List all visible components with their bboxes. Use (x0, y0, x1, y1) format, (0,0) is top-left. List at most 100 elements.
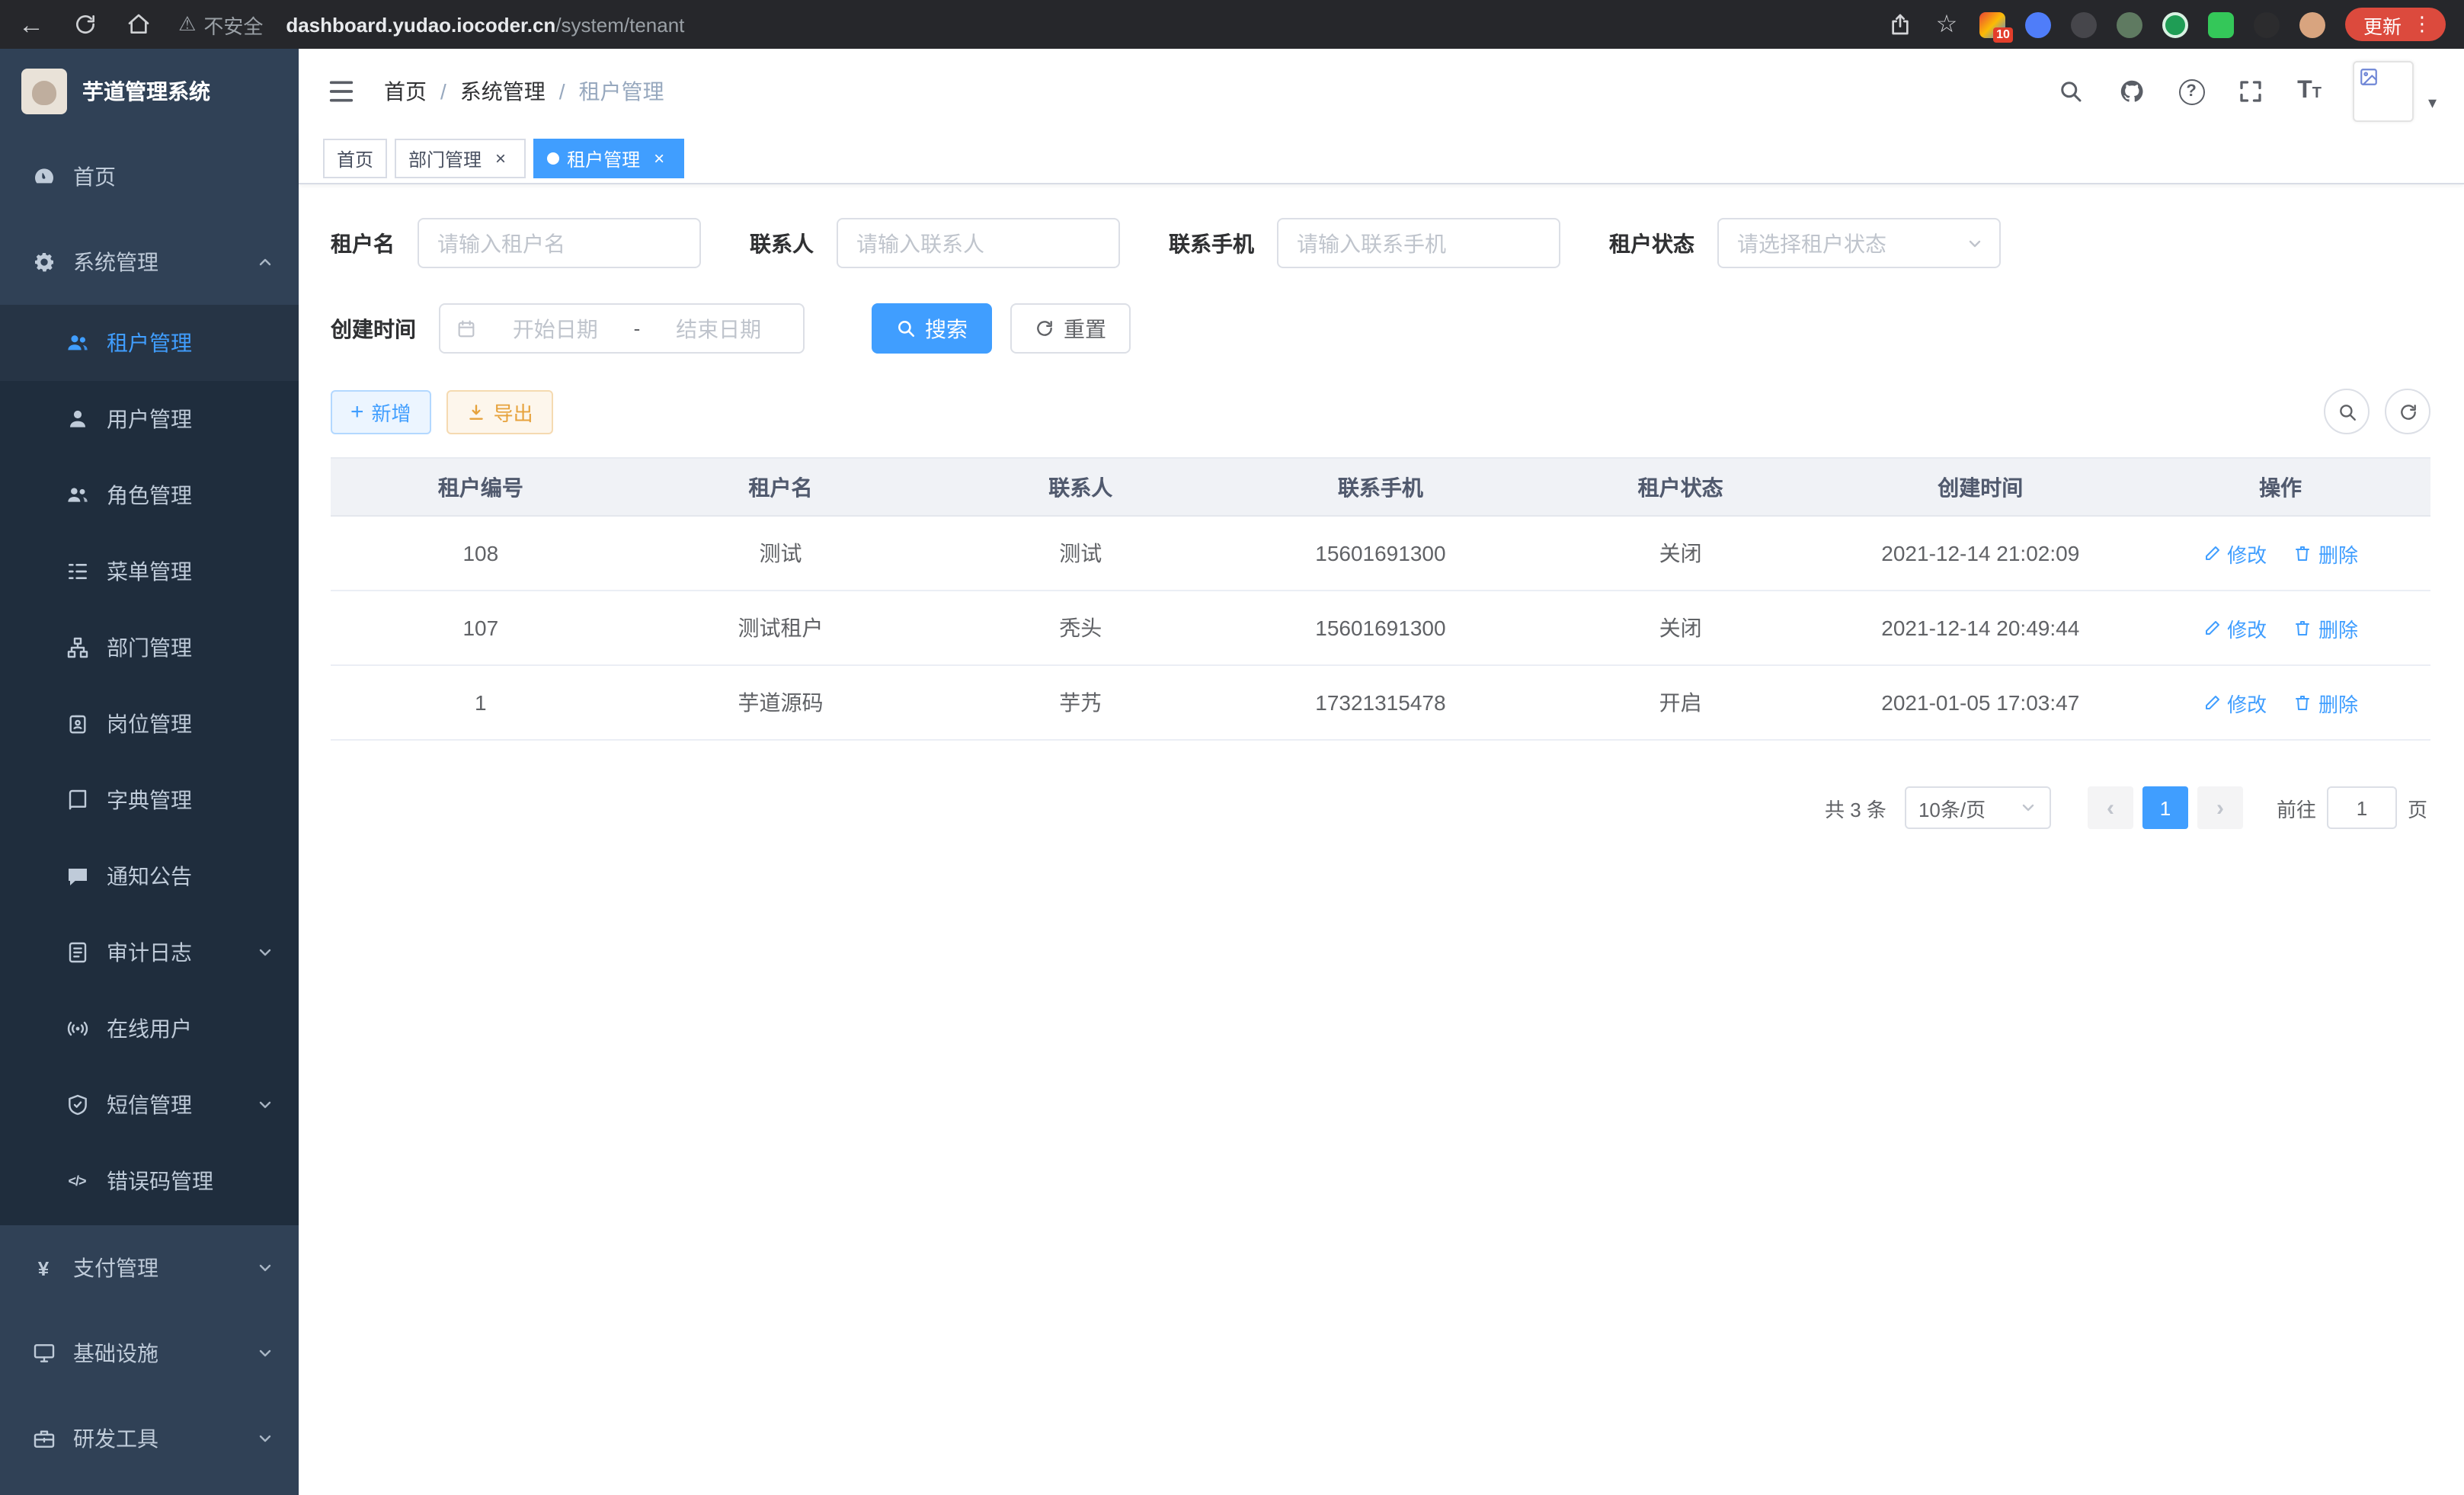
fullscreen-icon[interactable] (2236, 77, 2265, 106)
extension-icon-8[interactable] (2299, 11, 2325, 37)
edit-link[interactable]: 修改 (2203, 613, 2267, 642)
font-size-large: T (2297, 79, 2312, 104)
sidebar-item-post-management[interactable]: 岗位管理 (0, 686, 299, 762)
extension-icon-5[interactable] (2162, 11, 2188, 37)
github-icon[interactable] (2117, 77, 2146, 106)
contact-input[interactable] (837, 218, 1120, 268)
tenant-name-input[interactable] (418, 218, 701, 268)
table-row: 107 测试租户 秃头 15601691300 关闭 2021-12-14 20… (331, 591, 2430, 665)
delete-link[interactable]: 删除 (2294, 688, 2358, 717)
page-size-select[interactable]: 10条/页 (1905, 786, 2051, 829)
goto-page-input[interactable] (2327, 786, 2397, 829)
screen: ← ⚠ 不安全 dashboard.yudao.iocoder.cn/syste… (0, 0, 2464, 1495)
search-button[interactable]: 搜索 (872, 303, 992, 354)
extension-icon-4[interactable] (2117, 11, 2142, 37)
sidebar-logo[interactable]: 芋道管理系统 (0, 49, 299, 134)
browser-refresh-icon[interactable] (72, 11, 98, 37)
breadcrumb-home[interactable]: 首页 (384, 76, 427, 107)
export-button[interactable]: 导出 (446, 389, 553, 434)
extension-icon-2[interactable] (2025, 11, 2051, 37)
reset-button[interactable]: 重置 (1010, 303, 1131, 354)
tab-tenant[interactable]: 租户管理 × (533, 139, 684, 178)
sidebar-item-home[interactable]: 首页 (0, 134, 299, 219)
browser-back-icon[interactable]: ← (18, 11, 44, 37)
sidebar-item-role-management[interactable]: 角色管理 (0, 457, 299, 533)
browser-right-controls: ☆ 10 更新 ⋮ (1888, 8, 2446, 41)
sidebar-item-label: 在线用户 (107, 1013, 192, 1044)
extension-icon-6[interactable] (2208, 11, 2234, 37)
next-page-button[interactable]: › (2197, 786, 2243, 829)
prev-page-button[interactable]: ‹ (2088, 786, 2133, 829)
table-row: 1 芋道源码 芋艿 17321315478 开启 2021-01-05 17:0… (331, 665, 2430, 740)
sidebar-item-error-code-management[interactable]: </> 错误码管理 (0, 1143, 299, 1219)
extension-icon-7[interactable] (2254, 11, 2280, 37)
search-icon[interactable] (2056, 77, 2085, 106)
chevron-down-icon (256, 1429, 274, 1448)
delete-link[interactable]: 删除 (2294, 539, 2358, 568)
toggle-search-button[interactable] (2324, 389, 2370, 434)
cell-actions: 修改 删除 (2130, 591, 2430, 665)
browser-menu-icon[interactable]: ⋮ (2412, 12, 2432, 37)
browser-update-button[interactable]: 更新 ⋮ (2345, 8, 2446, 41)
close-icon[interactable]: × (489, 147, 512, 170)
sidebar-item-menu-management[interactable]: 菜单管理 (0, 533, 299, 610)
sidebar-item-system-management[interactable]: 系统管理 (0, 219, 299, 305)
tab-department[interactable]: 部门管理 × (395, 139, 526, 178)
sidebar-item-dict-management[interactable]: 字典管理 (0, 762, 299, 838)
phone-input[interactable] (1277, 218, 1560, 268)
sidebar-item-tenant-management[interactable]: 租户管理 (0, 305, 299, 381)
column-header: 创建时间 (1830, 458, 2130, 516)
page-number-button[interactable]: 1 (2142, 786, 2188, 829)
close-icon[interactable]: × (648, 147, 670, 170)
font-size-icon[interactable]: TT (2297, 79, 2322, 104)
roles-icon (64, 482, 90, 508)
bookmark-star-icon[interactable]: ☆ (1934, 11, 1960, 37)
column-header: 租户编号 (331, 458, 631, 516)
help-icon[interactable]: ? (2178, 78, 2204, 104)
refresh-table-button[interactable] (2385, 389, 2430, 434)
sidebar-item-infrastructure[interactable]: 基础设施 (0, 1311, 299, 1396)
cell-contact: 测试 (930, 516, 1230, 591)
sidebar-item-sms-management[interactable]: 短信管理 (0, 1067, 299, 1143)
sidebar-item-user-management[interactable]: 用户管理 (0, 381, 299, 457)
edit-link[interactable]: 修改 (2203, 688, 2267, 717)
sidebar-item-label: 首页 (73, 162, 116, 192)
sidebar-item-department-management[interactable]: 部门管理 (0, 610, 299, 686)
cell-phone: 17321315478 (1230, 665, 1531, 740)
add-button[interactable]: + 新增 (331, 389, 431, 434)
breadcrumb-system[interactable]: 系统管理 (460, 76, 546, 107)
page-size-value: 10条/页 (1918, 793, 1986, 822)
extension-icon-1[interactable]: 10 (1979, 11, 2005, 37)
plus-icon: + (350, 400, 364, 423)
sidebar-item-payment-management[interactable]: ¥ 支付管理 (0, 1225, 299, 1311)
avatar[interactable] (2354, 61, 2414, 122)
yen-icon: ¥ (30, 1255, 56, 1281)
cell-status: 关闭 (1531, 591, 1831, 665)
browser-home-icon[interactable] (125, 11, 151, 37)
date-range-picker[interactable]: 开始日期 - 结束日期 (439, 303, 805, 354)
tab-label: 部门管理 (408, 146, 482, 171)
goto-unit-label: 页 (2408, 793, 2427, 822)
delete-link[interactable]: 删除 (2294, 613, 2358, 642)
address-bar[interactable]: ⚠ 不安全 dashboard.yudao.iocoder.cn/system/… (178, 10, 684, 39)
share-icon[interactable] (1888, 11, 1914, 37)
phone-label: 联系手机 (1169, 228, 1254, 258)
dictionary-icon (64, 787, 90, 813)
hamburger-icon[interactable] (326, 76, 357, 107)
cell-tenant-name: 芋道源码 (631, 665, 931, 740)
avatar-caret-icon[interactable]: ▾ (2428, 93, 2437, 122)
tab-home[interactable]: 首页 (323, 139, 387, 178)
sidebar-item-notice[interactable]: 通知公告 (0, 838, 299, 914)
sidebar-item-label: 系统管理 (73, 247, 158, 277)
browser-nav-controls: ← (18, 11, 151, 37)
sidebar-item-online-users[interactable]: 在线用户 (0, 991, 299, 1067)
status-select[interactable]: 请选择租户状态 (1717, 218, 2001, 268)
breadcrumb-separator: / (440, 79, 446, 104)
security-indicator[interactable]: ⚠ 不安全 (178, 10, 263, 39)
extension-icon-3[interactable] (2071, 11, 2097, 37)
sidebar-item-audit-log[interactable]: 审计日志 (0, 914, 299, 991)
sidebar-item-label: 部门管理 (107, 632, 192, 663)
sidebar-item-dev-tools[interactable]: 研发工具 (0, 1396, 299, 1481)
sidebar-item-label: 用户管理 (107, 404, 192, 434)
edit-link[interactable]: 修改 (2203, 539, 2267, 568)
